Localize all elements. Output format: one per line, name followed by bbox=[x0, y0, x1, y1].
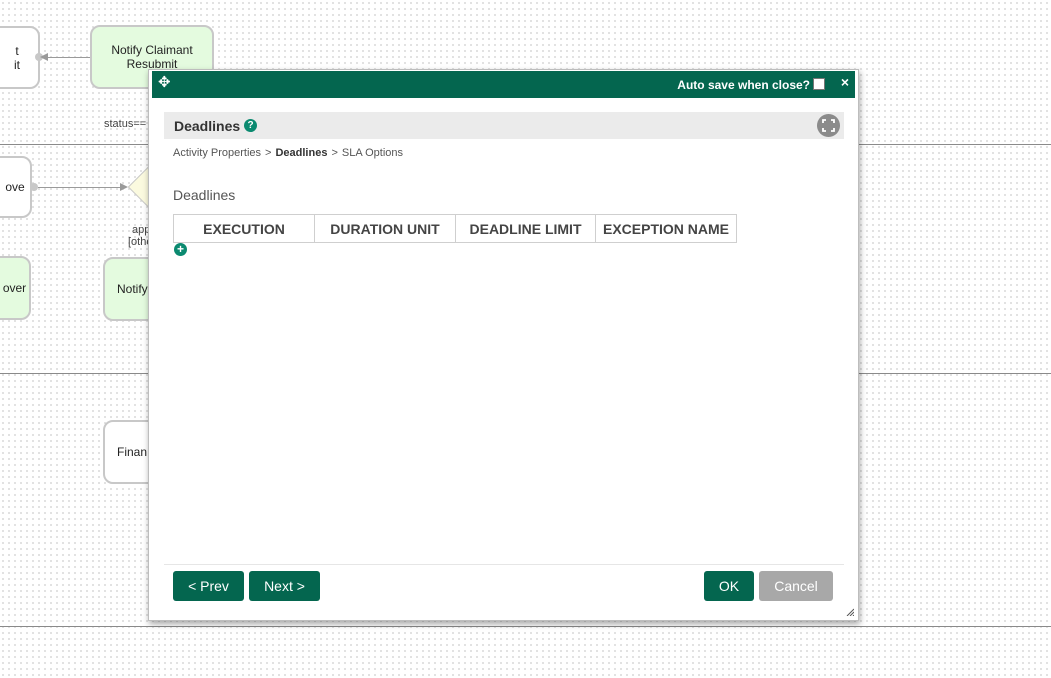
column-header-deadline-limit[interactable]: DEADLINE LIMIT bbox=[455, 214, 596, 243]
connector-edge bbox=[38, 187, 122, 188]
expand-icon[interactable] bbox=[817, 114, 840, 137]
deadlines-subheading: Deadlines bbox=[173, 187, 236, 203]
node-label: t it bbox=[14, 43, 20, 72]
cancel-button[interactable]: Cancel bbox=[759, 571, 833, 601]
breadcrumb-item[interactable]: Activity Properties bbox=[173, 147, 261, 159]
section-title: Deadlines bbox=[174, 118, 241, 134]
autosave-toggle[interactable]: Auto save when close? bbox=[677, 77, 825, 93]
column-header-exception-name[interactable]: EXCEPTION NAME bbox=[595, 214, 737, 243]
autosave-label: Auto save when close? bbox=[677, 78, 810, 92]
move-icon[interactable]: ✥ bbox=[158, 75, 174, 91]
ok-button[interactable]: OK bbox=[704, 571, 754, 601]
breadcrumb-item[interactable]: SLA Options bbox=[342, 147, 403, 159]
activity-properties-dialog: ✥ Auto save when close? × Deadlines ? Ac… bbox=[148, 69, 859, 621]
add-row-icon[interactable]: + bbox=[174, 243, 187, 256]
next-button[interactable]: Next > bbox=[249, 571, 320, 601]
resize-grip-icon[interactable] bbox=[846, 608, 854, 616]
breadcrumb-separator: > bbox=[331, 147, 338, 159]
connector-anchor bbox=[30, 183, 38, 191]
node-label: Notify bbox=[117, 282, 148, 296]
node-label: over bbox=[2, 281, 27, 295]
section-header: Deadlines ? bbox=[164, 112, 844, 139]
breadcrumb: Activity Properties > Deadlines > SLA Option… bbox=[173, 147, 403, 159]
dialog-titlebar[interactable]: ✥ Auto save when close? × bbox=[152, 71, 855, 98]
breadcrumb-separator: > bbox=[265, 147, 272, 159]
process-node-approve[interactable]: ove bbox=[0, 156, 32, 218]
process-node-submit[interactable]: t it bbox=[0, 26, 40, 89]
breadcrumb-item-current: Deadlines bbox=[275, 147, 328, 159]
node-label: ove bbox=[5, 180, 25, 194]
autosave-checkbox[interactable] bbox=[813, 77, 825, 90]
node-label: Finan bbox=[117, 445, 148, 459]
help-icon[interactable]: ? bbox=[244, 119, 257, 132]
arrow-head-icon bbox=[40, 53, 48, 61]
table-header-row: EXECUTION DURATION UNIT DEADLINE LIMIT E… bbox=[173, 214, 737, 243]
column-header-duration-unit[interactable]: DURATION UNIT bbox=[314, 214, 456, 243]
close-icon[interactable]: × bbox=[841, 74, 849, 90]
edge-condition-label: status== bbox=[104, 118, 147, 130]
fullscreen-glyph bbox=[822, 119, 835, 132]
process-node-approver[interactable]: over bbox=[0, 256, 31, 320]
footer-divider bbox=[164, 564, 844, 565]
node-label: Notify Claimant Resubmit bbox=[111, 43, 193, 71]
deadlines-table: EXECUTION DURATION UNIT DEADLINE LIMIT E… bbox=[173, 214, 737, 243]
connector-edge bbox=[46, 57, 90, 58]
prev-button[interactable]: < Prev bbox=[173, 571, 244, 601]
column-header-execution[interactable]: EXECUTION bbox=[173, 214, 315, 243]
swimlane-divider bbox=[0, 626, 1051, 627]
